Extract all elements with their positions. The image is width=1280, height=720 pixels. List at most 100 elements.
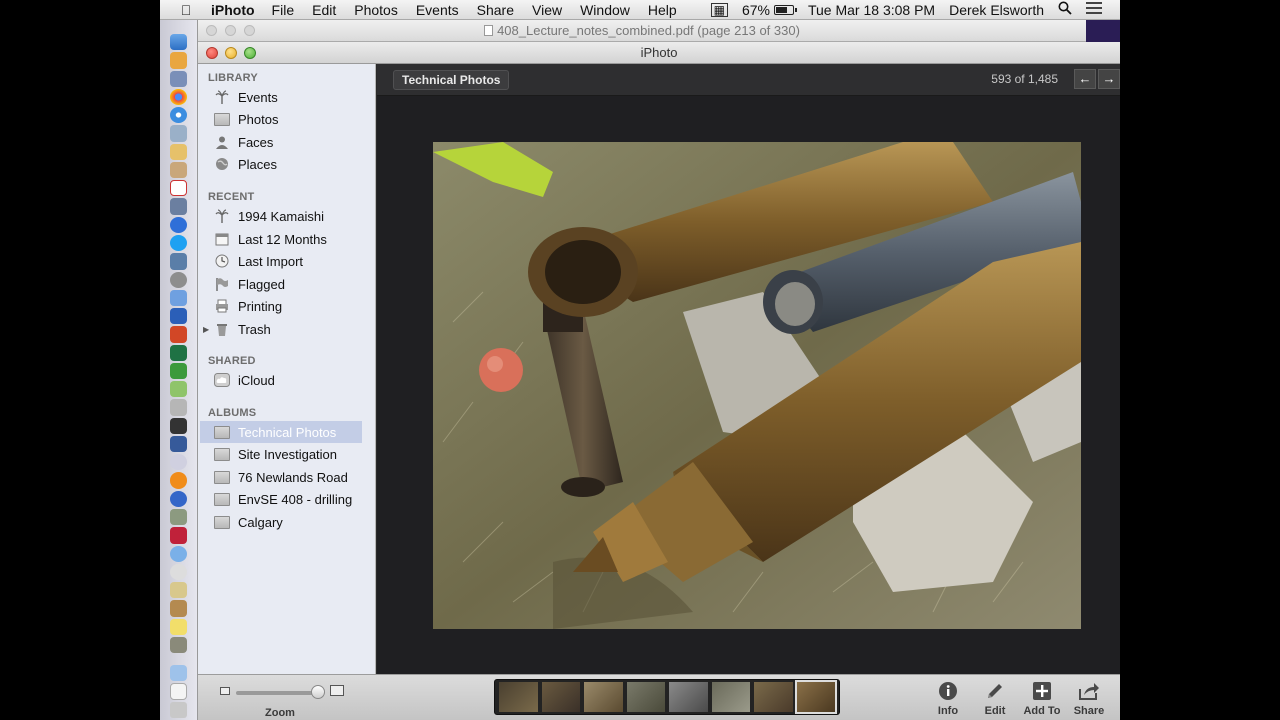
notification-center-icon[interactable] (1086, 1, 1102, 18)
menu-view[interactable]: View (532, 2, 562, 18)
preview-icon[interactable] (170, 70, 187, 87)
script-icon[interactable] (170, 636, 187, 654)
filmstrip-thumb[interactable] (669, 682, 708, 712)
photo-booth-icon[interactable] (170, 198, 187, 215)
sidebar-item-places[interactable]: Places (200, 153, 362, 175)
excel-icon[interactable] (170, 344, 187, 361)
dropbox-icon[interactable] (170, 527, 187, 544)
filmstrip-thumb[interactable] (584, 682, 623, 712)
spotlight-search-icon[interactable] (1058, 1, 1072, 18)
sidebar-item-icloud[interactable]: iCloud (200, 369, 362, 391)
utility-icon[interactable] (170, 509, 187, 526)
mail-icon[interactable] (170, 125, 187, 142)
safari-icon[interactable] (170, 107, 187, 124)
filmstrip-thumb[interactable] (499, 682, 538, 712)
game-center-icon[interactable] (170, 399, 187, 416)
system-prefs-icon[interactable] (170, 271, 187, 288)
album-icon (214, 514, 230, 530)
menubar-user[interactable]: Derek Elsworth (949, 2, 1044, 18)
zoom-button[interactable] (244, 47, 256, 59)
menu-events[interactable]: Events (416, 2, 459, 18)
sidebar-item-technical-photos[interactable]: Technical Photos (200, 421, 362, 443)
app-store-icon[interactable] (170, 289, 187, 307)
pdf-close-button[interactable] (206, 25, 217, 36)
calendar-icon[interactable] (170, 180, 187, 197)
menubar-clock[interactable]: Tue Mar 18 3:08 PM (808, 2, 935, 18)
minimize-button[interactable] (225, 47, 237, 59)
pdf-window-titlebar[interactable]: 408_Lecture_notes_combined.pdf (page 213… (198, 20, 1086, 42)
filmstrip-thumb[interactable] (711, 682, 750, 712)
add-to-button[interactable]: Add To (1015, 681, 1069, 717)
sidebar-item-last-import[interactable]: Last Import (200, 250, 362, 272)
previous-photo-button[interactable]: ← (1074, 69, 1096, 89)
filmstrip-thumb[interactable] (754, 682, 793, 712)
iphoto-titlebar[interactable]: iPhoto (198, 42, 1120, 64)
pdf-zoom-button[interactable] (244, 25, 255, 36)
next-photo-button[interactable]: → (1098, 69, 1120, 89)
menu-share[interactable]: Share (477, 2, 514, 18)
filmstrip[interactable] (494, 679, 840, 715)
stickies-icon[interactable] (170, 618, 187, 635)
album-icon (214, 491, 230, 507)
sidebar-item-76-newlands-road[interactable]: 76 Newlands Road (200, 466, 362, 488)
zoom-small-icon[interactable] (220, 687, 230, 695)
powerpoint-icon[interactable] (170, 326, 187, 343)
finder-icon[interactable] (170, 34, 187, 51)
sidebar-item-1994-kamaishi[interactable]: 1994 Kamaishi (200, 205, 362, 227)
sidebar-item-events[interactable]: Events (200, 86, 362, 108)
menu-edit[interactable]: Edit (312, 2, 336, 18)
sidebar-item-photos[interactable]: Photos (200, 108, 362, 130)
pdf-minimize-button[interactable] (225, 25, 236, 36)
sidebar-item-site-investigation[interactable]: Site Investigation (200, 443, 362, 465)
sidebar-item-faces[interactable]: Faces (200, 131, 362, 153)
menu-help[interactable]: Help (648, 2, 677, 18)
itunes-icon[interactable] (170, 216, 187, 234)
edit-button[interactable]: Edit (968, 681, 1022, 717)
menu-window[interactable]: Window (580, 2, 630, 18)
tools-icon[interactable] (170, 600, 187, 617)
filmstrip-thumb[interactable] (541, 682, 580, 712)
facetime-icon[interactable] (170, 362, 187, 380)
itunes-store-icon[interactable] (170, 454, 187, 471)
filmstrip-thumb-selected[interactable] (794, 680, 837, 714)
folder-icon[interactable] (170, 665, 187, 682)
filmstrip-thumb[interactable] (626, 682, 665, 712)
sidebar-item-printing[interactable]: Printing (200, 295, 362, 317)
pencil-app-icon[interactable] (170, 582, 187, 599)
close-button[interactable] (206, 47, 218, 59)
maps-icon[interactable] (170, 381, 187, 398)
sidebar-item-last-12-months[interactable]: Last 12 Months (200, 228, 362, 250)
notes-icon[interactable] (170, 143, 187, 160)
word-icon[interactable] (170, 308, 187, 325)
battery-status[interactable]: 67% (742, 2, 797, 18)
apple-menu-icon[interactable]:  (177, 2, 195, 18)
zoom-slider-knob[interactable] (310, 685, 325, 699)
terminal-icon[interactable] (170, 417, 187, 434)
firefox-icon[interactable] (170, 490, 187, 507)
disclosure-triangle-icon[interactable]: ▶ (203, 325, 209, 334)
dashboard-icon[interactable] (170, 435, 187, 453)
zoom-large-icon[interactable] (330, 685, 344, 696)
sidebar-item-trash[interactable]: ▶ Trash (200, 318, 362, 340)
share-button[interactable]: Share (1062, 681, 1116, 717)
messages-icon[interactable] (170, 545, 187, 562)
document-icon[interactable] (170, 683, 187, 700)
info-button[interactable]: Info (921, 681, 975, 717)
menu-file[interactable]: File (272, 2, 295, 18)
skype-icon[interactable] (170, 235, 187, 252)
calendar-status-icon[interactable]: ▦ (710, 2, 728, 17)
sidebar-item-envse-408-drilling[interactable]: EnvSE 408 - drilling (200, 488, 362, 510)
sidebar-item-calgary[interactable]: Calgary (200, 511, 362, 533)
menu-app-name[interactable]: iPhoto (211, 2, 255, 18)
menu-photos[interactable]: Photos (354, 2, 398, 18)
photo-drill-pipes[interactable] (433, 142, 1081, 629)
sidebar-item-flagged[interactable]: Flagged (200, 273, 362, 295)
chrome-icon[interactable] (170, 88, 187, 106)
clock-app-icon[interactable] (170, 563, 187, 581)
iphoto-icon[interactable] (170, 253, 187, 270)
album-breadcrumb-button[interactable]: Technical Photos (393, 70, 510, 90)
contacts-icon[interactable] (170, 161, 187, 179)
vlc-icon[interactable] (170, 472, 187, 489)
launchpad-icon[interactable] (170, 52, 187, 69)
dock-trash-icon[interactable] (170, 701, 187, 719)
